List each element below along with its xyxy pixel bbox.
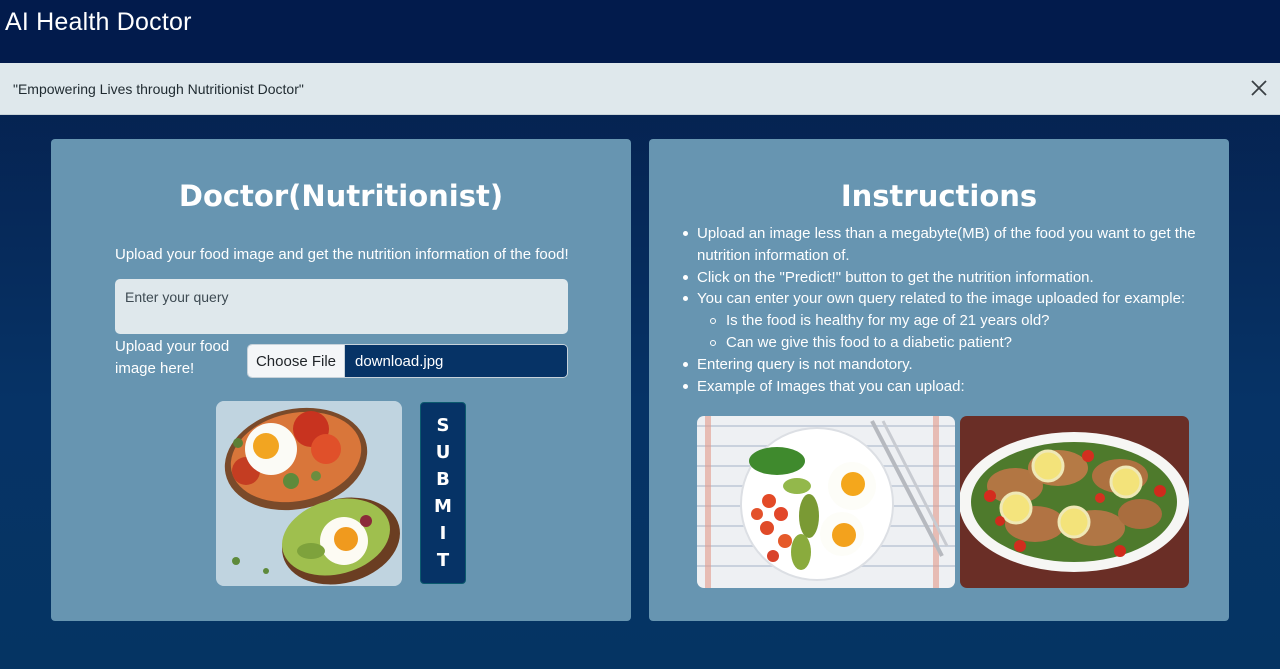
instructions-heading: Instructions <box>840 179 1038 213</box>
submit-letter: M <box>434 496 452 517</box>
list-item: Entering query is not mandotory. <box>683 354 1197 376</box>
file-name: download.jpg <box>345 345 567 377</box>
app-title: AI Health Doctor <box>5 8 192 36</box>
app-header: AI Health Doctor <box>0 0 1280 63</box>
alert-text: "Empowering Lives through Nutritionist D… <box>13 80 304 97</box>
upload-instruction: Upload your food image and get the nutri… <box>115 246 569 263</box>
doctor-heading: Doctor(Nutritionist) <box>178 179 504 213</box>
list-item: Is the food is healthy for my age of 21 … <box>697 310 1197 332</box>
upload-label: Upload your food image here! <box>115 338 230 377</box>
instructions-panel: Instructions Upload an image less than a… <box>649 139 1229 621</box>
close-icon <box>1251 80 1267 96</box>
example-food-image <box>960 416 1189 588</box>
submit-letter: T <box>436 550 450 571</box>
submit-letter: B <box>436 469 450 490</box>
query-input[interactable] <box>115 279 568 334</box>
alert-banner: "Empowering Lives through Nutritionist D… <box>0 63 1280 115</box>
submit-button[interactable]: S U B M I T <box>420 402 466 584</box>
choose-file-button[interactable]: Choose File <box>248 345 345 377</box>
file-input[interactable]: Choose File download.jpg <box>247 344 568 378</box>
instructions-list: Upload an image less than a megabyte(MB)… <box>683 223 1197 398</box>
doctor-panel: Doctor(Nutritionist) Upload your food im… <box>51 139 631 621</box>
list-item: You can enter your own query related to … <box>683 288 1197 310</box>
submit-letter: S <box>436 415 450 436</box>
submit-letter: I <box>439 523 447 544</box>
close-button[interactable] <box>1248 77 1270 99</box>
list-item: Example of Images that you can upload: <box>683 376 1197 398</box>
example-food-image <box>697 416 955 588</box>
list-item: Can we give this food to a diabetic pati… <box>697 332 1197 354</box>
list-item: Upload an image less than a megabyte(MB)… <box>683 223 1197 267</box>
list-item: Click on the "Predict!" button to get th… <box>683 267 1197 289</box>
submit-letter: U <box>435 442 451 463</box>
uploaded-food-preview <box>216 401 402 586</box>
